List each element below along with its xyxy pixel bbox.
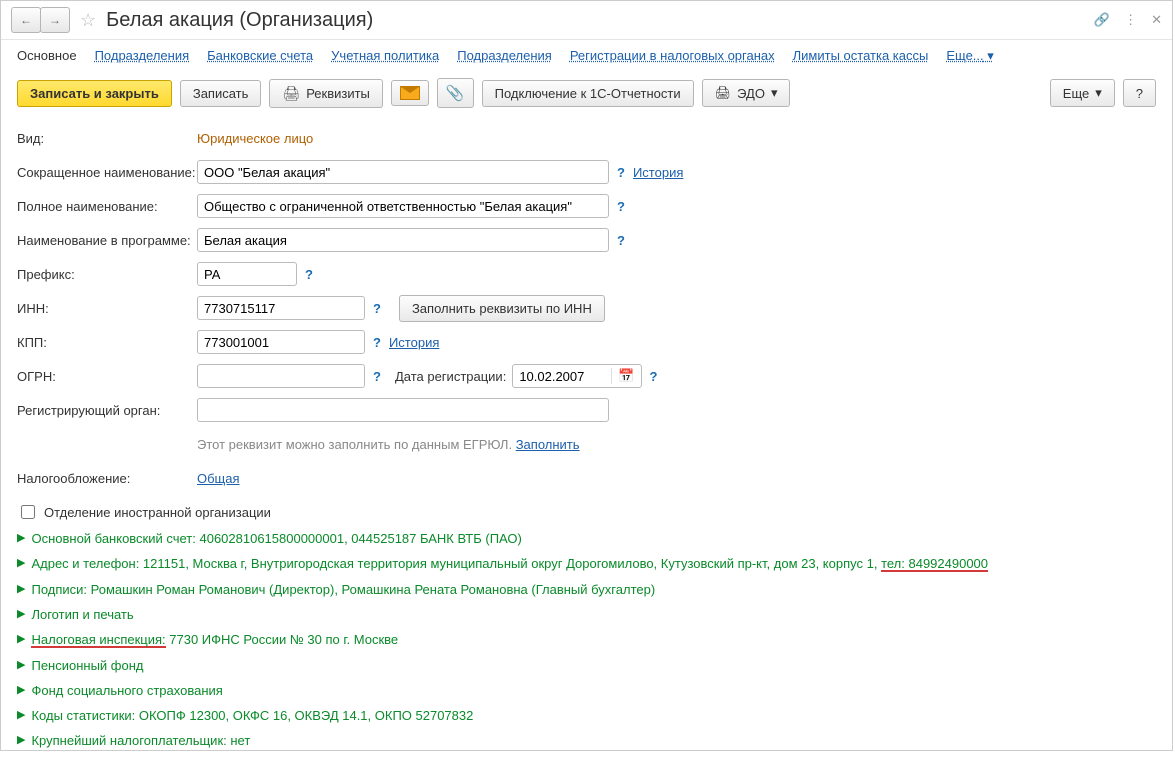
inn-input[interactable]	[197, 296, 365, 320]
label-regdate: Дата регистрации:	[395, 369, 506, 384]
prog-name-input[interactable]	[197, 228, 609, 252]
foreign-org-checkbox[interactable]	[21, 505, 35, 519]
chevron-right-icon: ▶	[17, 683, 25, 696]
menu-dots-icon[interactable]: ⋮	[1124, 12, 1137, 28]
mail-button[interactable]	[391, 80, 429, 106]
requisites-button[interactable]: 🖨Реквизиты	[269, 79, 383, 108]
more-button[interactable]: Еще ▾	[1050, 79, 1115, 107]
chevron-down-icon: ▾	[1095, 85, 1102, 101]
nav-forward-button[interactable]: →	[40, 7, 70, 33]
tab-subdivisions2[interactable]: Подразделения	[457, 48, 552, 64]
page-title: Белая акация (Организация)	[106, 9, 373, 32]
calendar-icon[interactable]: 📅	[611, 368, 640, 384]
edo-button[interactable]: 🖨 ЭДО ▾	[702, 79, 791, 107]
chevron-right-icon: ▶	[17, 582, 25, 595]
save-close-button[interactable]: Записать и закрыть	[17, 80, 172, 107]
regdate-input-wrap: 📅	[512, 364, 641, 388]
regdate-input[interactable]	[513, 367, 611, 386]
help-prog-name[interactable]: ?	[617, 233, 625, 248]
label-inn: ИНН:	[17, 301, 197, 316]
chevron-right-icon: ▶	[17, 531, 25, 544]
paperclip-icon: 📎	[446, 84, 465, 102]
help-regdate[interactable]: ?	[650, 369, 658, 384]
full-name-input[interactable]	[197, 194, 609, 218]
help-inn[interactable]: ?	[373, 301, 381, 316]
section-tax-inspection[interactable]: ▶ Налоговая инспекция: 7730 ИФНС России …	[17, 627, 1156, 653]
connect-1c-button[interactable]: Подключение к 1С-Отчетности	[482, 80, 694, 107]
label-tax: Налогообложение:	[17, 471, 197, 486]
label-regorgan: Регистрирующий орган:	[17, 403, 197, 418]
fill-by-inn-button[interactable]: Заполнить реквизиты по ИНН	[399, 295, 605, 322]
link-icon[interactable]: 🔗	[1094, 12, 1110, 28]
label-prefix: Префикс:	[17, 267, 197, 282]
favorite-star-icon[interactable]: ☆	[80, 10, 96, 31]
prefix-input[interactable]	[197, 262, 297, 286]
section-logo[interactable]: ▶ Логотип и печать	[17, 602, 1156, 627]
nav-tabs: Основное Подразделения Банковские счета …	[1, 40, 1172, 74]
section-address[interactable]: ▶ Адрес и телефон: 121151, Москва г, Вну…	[17, 551, 1156, 577]
chevron-right-icon: ▶	[17, 658, 25, 671]
tab-more[interactable]: Еще... ▾	[946, 48, 993, 64]
help-short-name[interactable]: ?	[617, 165, 625, 180]
nav-back-button[interactable]: ←	[11, 7, 41, 33]
fill-link[interactable]: Заполнить	[516, 437, 580, 452]
section-pension[interactable]: ▶ Пенсионный фонд	[17, 653, 1156, 678]
section-stat-codes[interactable]: ▶ Коды статистики: ОКОПФ 12300, ОКФС 16,…	[17, 703, 1156, 728]
edo-icon: 🖨	[715, 85, 732, 101]
print-icon: 🖨	[282, 85, 300, 102]
egrul-hint: Этот реквизит можно заполнить по данным …	[197, 437, 512, 452]
chevron-right-icon: ▶	[17, 607, 25, 620]
tab-limits[interactable]: Лимиты остатка кассы	[793, 48, 929, 64]
chevron-right-icon: ▶	[17, 632, 25, 645]
kpp-input[interactable]	[197, 330, 365, 354]
chevron-right-icon: ▶	[17, 556, 25, 569]
arrow-left-icon: ←	[20, 13, 32, 27]
section-signatures[interactable]: ▶ Подписи: Ромашкин Роман Романович (Дир…	[17, 577, 1156, 602]
mail-icon	[400, 86, 420, 100]
chevron-down-icon: ▾	[987, 48, 994, 63]
value-vid: Юридическое лицо	[197, 131, 313, 146]
help-button[interactable]: ?	[1123, 79, 1156, 107]
help-full-name[interactable]: ?	[617, 199, 625, 214]
label-vid: Вид:	[17, 131, 197, 146]
label-short-name: Сокращенное наименование:	[17, 165, 197, 180]
label-full-name: Полное наименование:	[17, 199, 197, 214]
history-link-kpp[interactable]: История	[389, 335, 439, 350]
help-kpp[interactable]: ?	[373, 335, 381, 350]
tab-tax-reg[interactable]: Регистрации в налоговых органах	[570, 48, 775, 64]
section-biggest-taxpayer[interactable]: ▶ Крупнейший налогоплательщик: нет	[17, 728, 1156, 753]
save-button[interactable]: Записать	[180, 80, 262, 107]
help-prefix[interactable]: ?	[305, 267, 313, 282]
foreign-org-label: Отделение иностранной организации	[44, 505, 271, 520]
chevron-down-icon: ▾	[771, 85, 778, 101]
tab-bank[interactable]: Банковские счета	[207, 48, 313, 64]
tab-policy[interactable]: Учетная политика	[331, 48, 439, 64]
short-name-input[interactable]	[197, 160, 609, 184]
chevron-right-icon: ▶	[17, 733, 25, 746]
arrow-right-icon: →	[49, 13, 61, 27]
close-icon[interactable]: ✕	[1151, 12, 1162, 28]
section-bank[interactable]: ▶ Основной банковский счет: 406028106158…	[17, 526, 1156, 551]
tab-main[interactable]: Основное	[17, 48, 77, 64]
label-ogrn: ОГРН:	[17, 369, 197, 384]
attach-button[interactable]: 📎	[437, 78, 474, 108]
history-link-short[interactable]: История	[633, 165, 683, 180]
label-kpp: КПП:	[17, 335, 197, 350]
label-prog-name: Наименование в программе:	[17, 233, 197, 248]
regorgan-input[interactable]	[197, 398, 609, 422]
ogrn-input[interactable]	[197, 364, 365, 388]
tab-subdivisions[interactable]: Подразделения	[95, 48, 190, 64]
section-social-insurance[interactable]: ▶ Фонд социального страхования	[17, 678, 1156, 703]
help-ogrn[interactable]: ?	[373, 369, 381, 384]
tax-link[interactable]: Общая	[197, 471, 240, 486]
chevron-right-icon: ▶	[17, 708, 25, 721]
